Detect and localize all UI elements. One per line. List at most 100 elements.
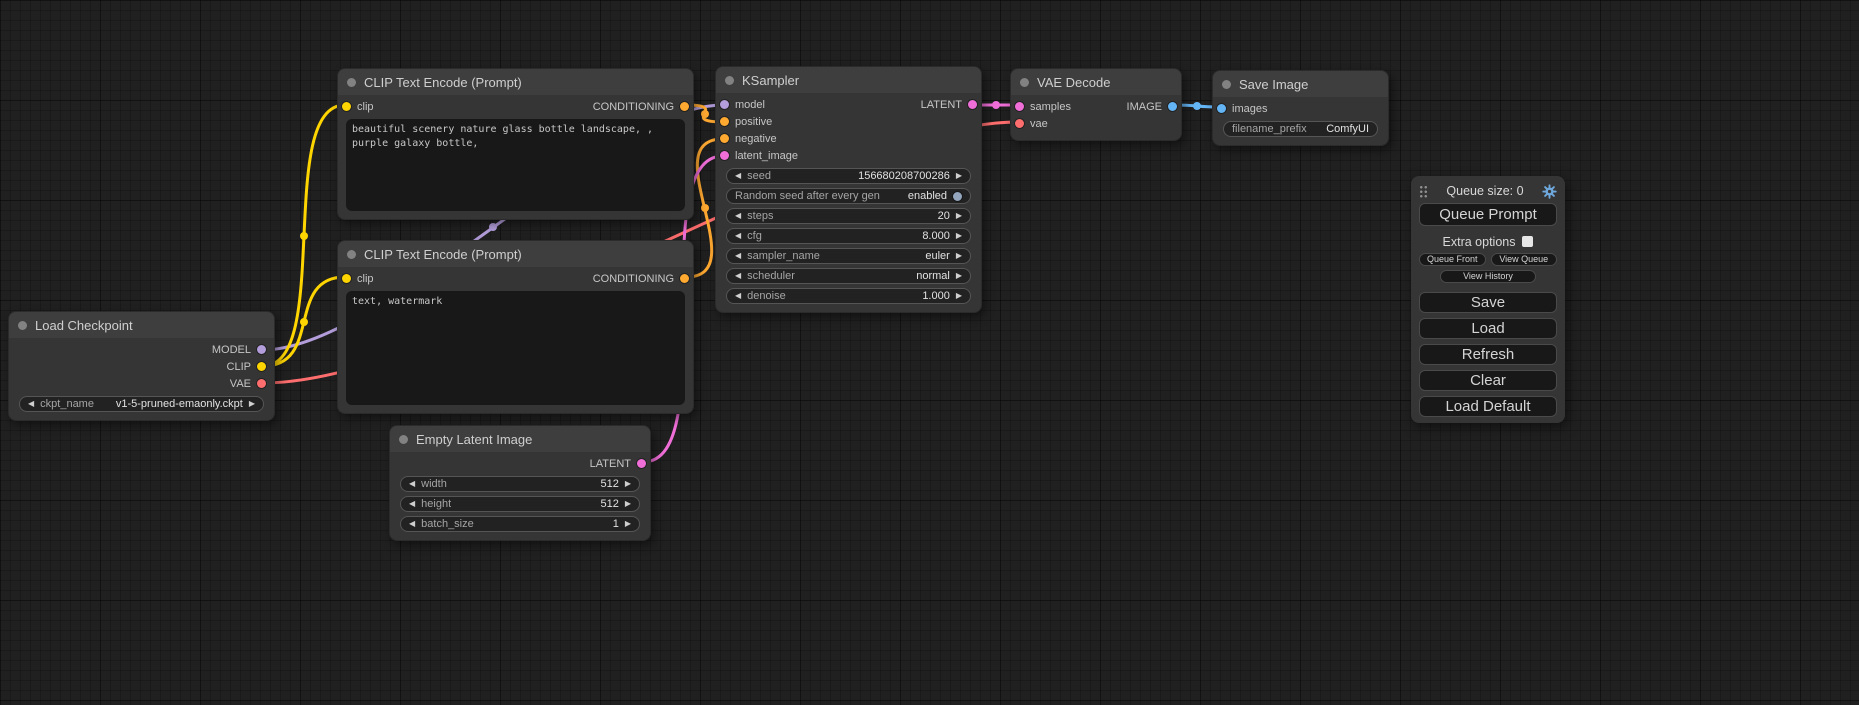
prev-arrow-icon[interactable]: ◀: [735, 212, 741, 220]
prev-arrow-icon[interactable]: ◀: [735, 172, 741, 180]
output-port-conditioning[interactable]: CONDITIONING: [593, 101, 689, 113]
extra-options-checkbox[interactable]: [1522, 236, 1533, 247]
input-port-clip[interactable]: clip: [342, 273, 374, 285]
image-port-dot[interactable]: [1217, 104, 1226, 113]
random-seed-toggle-widget[interactable]: Random seed after every gen enabled: [726, 188, 971, 204]
next-arrow-icon[interactable]: ▶: [625, 500, 631, 508]
prev-arrow-icon[interactable]: ◀: [735, 272, 741, 280]
node-empty-latent-image[interactable]: Empty Latent Image LATENT ◀ width 512 ▶ …: [389, 425, 651, 541]
input-port-latent-image[interactable]: latent_image: [720, 150, 798, 162]
view-queue-button[interactable]: View Queue: [1491, 253, 1558, 266]
input-port-negative[interactable]: negative: [720, 133, 777, 145]
input-port-vae[interactable]: vae: [1015, 118, 1048, 130]
input-port-images[interactable]: images: [1217, 103, 1267, 115]
settings-gear-icon[interactable]: [1542, 184, 1557, 199]
image-port-dot[interactable]: [1168, 102, 1177, 111]
next-arrow-icon[interactable]: ▶: [956, 172, 962, 180]
collapse-dot-icon[interactable]: [18, 321, 27, 330]
next-arrow-icon[interactable]: ▶: [956, 292, 962, 300]
clear-button[interactable]: Clear: [1419, 370, 1557, 391]
model-port-dot[interactable]: [720, 100, 729, 109]
next-arrow-icon[interactable]: ▶: [956, 212, 962, 220]
denoise-widget[interactable]: ◀ denoise 1.000 ▶: [726, 288, 971, 304]
clip-port-dot[interactable]: [257, 362, 266, 371]
node-clip-text-encode-positive[interactable]: CLIP Text Encode (Prompt) clip CONDITION…: [337, 68, 694, 220]
view-history-button[interactable]: View History: [1440, 270, 1536, 283]
output-port-latent[interactable]: LATENT: [590, 458, 646, 470]
height-widget[interactable]: ◀ height 512 ▶: [400, 496, 640, 512]
latent-port-dot[interactable]: [1015, 102, 1024, 111]
cfg-widget[interactable]: ◀ cfg 8.000 ▶: [726, 228, 971, 244]
conditioning-port-dot[interactable]: [680, 274, 689, 283]
prompt-textarea[interactable]: beautiful scenery nature glass bottle la…: [346, 119, 685, 211]
output-port-conditioning[interactable]: CONDITIONING: [593, 273, 689, 285]
refresh-button[interactable]: Refresh: [1419, 344, 1557, 365]
input-port-samples[interactable]: samples: [1015, 101, 1071, 113]
node-load-checkpoint[interactable]: Load Checkpoint MODEL CLIP VAE ◀ ckpt_na…: [8, 311, 275, 421]
collapse-dot-icon[interactable]: [399, 435, 408, 444]
latent-port-dot[interactable]: [968, 100, 977, 109]
conditioning-port-dot[interactable]: [720, 117, 729, 126]
next-arrow-icon[interactable]: ▶: [956, 232, 962, 240]
load-default-button[interactable]: Load Default: [1419, 396, 1557, 417]
prev-arrow-icon[interactable]: ◀: [409, 500, 415, 508]
prev-arrow-icon[interactable]: ◀: [409, 480, 415, 488]
prev-arrow-icon[interactable]: ◀: [409, 520, 415, 528]
scheduler-widget[interactable]: ◀ scheduler normal ▶: [726, 268, 971, 284]
input-port-model[interactable]: model: [720, 99, 765, 111]
next-arrow-icon[interactable]: ▶: [625, 480, 631, 488]
node-title-bar[interactable]: Load Checkpoint: [9, 312, 274, 338]
node-title-bar[interactable]: VAE Decode: [1011, 69, 1181, 95]
node-vae-decode[interactable]: VAE Decode samples IMAGE vae: [1010, 68, 1182, 141]
queue-front-button[interactable]: Queue Front: [1419, 253, 1486, 266]
save-button[interactable]: Save: [1419, 292, 1557, 313]
node-title-bar[interactable]: KSampler: [716, 67, 981, 93]
clip-port-dot[interactable]: [342, 274, 351, 283]
load-button[interactable]: Load: [1419, 318, 1557, 339]
collapse-dot-icon[interactable]: [1020, 78, 1029, 87]
vae-port-dot[interactable]: [257, 379, 266, 388]
toggle-dot-icon[interactable]: [953, 192, 962, 201]
node-title-bar[interactable]: Save Image: [1213, 71, 1388, 97]
node-ksampler[interactable]: KSampler model LATENT positive negative …: [715, 66, 982, 313]
output-port-image[interactable]: IMAGE: [1127, 101, 1177, 113]
latent-port-dot[interactable]: [637, 459, 646, 468]
prev-arrow-icon[interactable]: ◀: [735, 252, 741, 260]
seed-widget[interactable]: ◀ seed 156680208700286 ▶: [726, 168, 971, 184]
prev-arrow-icon[interactable]: ◀: [735, 292, 741, 300]
sampler-name-widget[interactable]: ◀ sampler_name euler ▶: [726, 248, 971, 264]
width-widget[interactable]: ◀ width 512 ▶: [400, 476, 640, 492]
latent-port-dot[interactable]: [720, 151, 729, 160]
prompt-textarea[interactable]: text, watermark: [346, 291, 685, 405]
input-port-clip[interactable]: clip: [342, 101, 374, 113]
collapse-dot-icon[interactable]: [725, 76, 734, 85]
model-port-dot[interactable]: [257, 345, 266, 354]
collapse-dot-icon[interactable]: [347, 250, 356, 259]
node-title-bar[interactable]: CLIP Text Encode (Prompt): [338, 241, 693, 267]
next-arrow-icon[interactable]: ▶: [625, 520, 631, 528]
queue-prompt-button[interactable]: Queue Prompt: [1419, 203, 1557, 226]
next-arrow-icon[interactable]: ▶: [956, 252, 962, 260]
ckpt-name-widget[interactable]: ◀ ckpt_name v1-5-pruned-emaonly.ckpt ▶: [19, 396, 264, 412]
input-port-positive[interactable]: positive: [720, 116, 772, 128]
conditioning-port-dot[interactable]: [720, 134, 729, 143]
prev-arrow-icon[interactable]: ◀: [735, 232, 741, 240]
node-save-image[interactable]: Save Image images filename_prefix ComfyU…: [1212, 70, 1389, 146]
vae-port-dot[interactable]: [1015, 119, 1024, 128]
output-port-clip[interactable]: CLIP: [227, 361, 266, 373]
next-arrow-icon[interactable]: ▶: [956, 272, 962, 280]
node-clip-text-encode-negative[interactable]: CLIP Text Encode (Prompt) clip CONDITION…: [337, 240, 694, 414]
node-graph-canvas[interactable]: Load Checkpoint MODEL CLIP VAE ◀ ckpt_na…: [0, 0, 1859, 705]
prev-arrow-icon[interactable]: ◀: [28, 400, 34, 408]
collapse-dot-icon[interactable]: [347, 78, 356, 87]
output-port-latent[interactable]: LATENT: [921, 99, 977, 111]
filename-prefix-widget[interactable]: filename_prefix ComfyUI: [1223, 121, 1378, 137]
clip-port-dot[interactable]: [342, 102, 351, 111]
drag-handle-icon[interactable]: [1419, 185, 1428, 198]
node-title-bar[interactable]: Empty Latent Image: [390, 426, 650, 452]
next-arrow-icon[interactable]: ▶: [249, 400, 255, 408]
batch-size-widget[interactable]: ◀ batch_size 1 ▶: [400, 516, 640, 532]
collapse-dot-icon[interactable]: [1222, 80, 1231, 89]
output-port-model[interactable]: MODEL: [212, 344, 266, 356]
output-port-vae[interactable]: VAE: [230, 378, 266, 390]
